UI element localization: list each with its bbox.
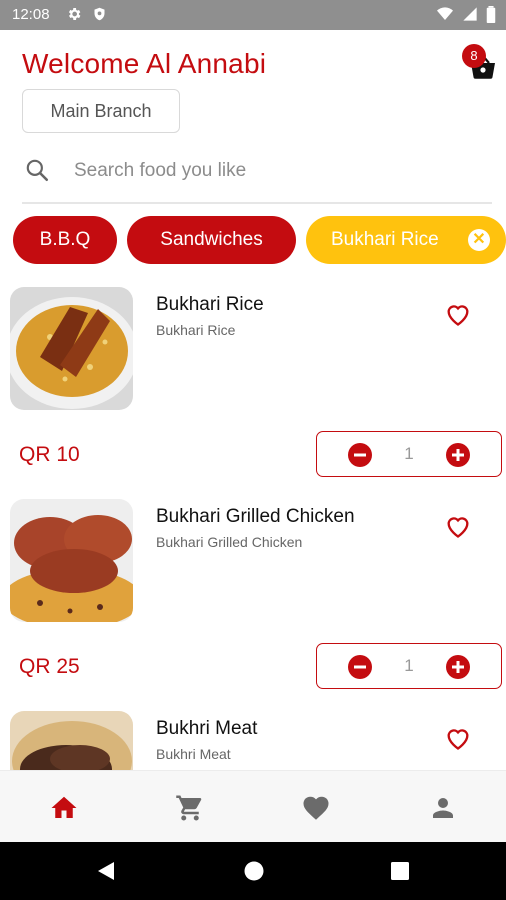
quantity-stepper: 1 — [316, 431, 502, 477]
signal-icon — [463, 7, 477, 21]
food-list: Bukhari Rice Bukhari Rice QR 10 1 Bukhar… — [0, 280, 506, 770]
list-item: Bukhari Rice Bukhari Rice QR 10 1 — [0, 280, 506, 492]
item-title: Bukhri Meat — [156, 718, 258, 739]
favorite-heart-icon[interactable] — [444, 512, 472, 540]
favorite-heart-icon[interactable] — [444, 724, 472, 752]
plus-icon[interactable] — [446, 443, 470, 467]
chip-bukhari-rice-label: Bukhari Rice — [331, 229, 439, 250]
shield-icon — [94, 7, 105, 21]
search-bar — [22, 152, 492, 188]
minus-icon[interactable] — [348, 443, 372, 467]
nav-cart[interactable] — [175, 793, 205, 823]
back-icon[interactable] — [96, 860, 116, 882]
list-item: Bukhri Meat Bukhri Meat — [0, 704, 506, 770]
quantity-stepper: 1 — [316, 643, 502, 689]
cart-badge: 8 — [462, 44, 486, 68]
item-subtitle: Bukhri Meat — [156, 746, 231, 762]
search-icon[interactable] — [24, 157, 50, 183]
status-bar: 12:08 — [0, 0, 506, 30]
status-time: 12:08 — [12, 6, 50, 23]
battery-icon — [486, 6, 496, 23]
nav-profile[interactable] — [428, 793, 458, 823]
item-price: QR 25 — [19, 655, 80, 678]
nav-favorites[interactable] — [301, 793, 331, 823]
chip-sandwiches[interactable]: Sandwiches — [127, 216, 296, 264]
status-right-icons — [436, 6, 496, 23]
recents-icon[interactable] — [390, 860, 410, 882]
quantity-value: 1 — [404, 444, 414, 463]
home-circle-icon[interactable] — [243, 860, 265, 882]
quantity-value: 1 — [404, 656, 414, 675]
plus-icon[interactable] — [446, 655, 470, 679]
home-icon — [51, 796, 77, 818]
header-cart-button[interactable]: 8 — [462, 44, 498, 80]
close-icon[interactable]: ✕ — [468, 229, 490, 251]
search-divider — [22, 202, 492, 204]
branch-button[interactable]: Main Branch — [22, 89, 180, 133]
nav-home[interactable] — [49, 793, 79, 823]
item-title: Bukhari Rice — [156, 294, 264, 315]
item-subtitle: Bukhari Rice — [156, 322, 236, 338]
category-chips: B.B.Q Sandwiches Bukhari Rice ✕ — [0, 216, 506, 266]
wifi-icon — [437, 7, 453, 20]
minus-icon[interactable] — [348, 655, 372, 679]
search-input[interactable] — [72, 156, 476, 186]
food-image-bukhari-rice — [10, 287, 133, 410]
food-image-bukhri-meat — [10, 711, 133, 770]
heart-icon — [303, 796, 329, 820]
chip-bukhari-rice[interactable]: Bukhari Rice ✕ — [306, 216, 506, 264]
list-item: Bukhari Grilled Chicken Bukhari Grilled … — [0, 492, 506, 704]
item-title: Bukhari Grilled Chicken — [156, 506, 355, 527]
person-icon — [433, 798, 453, 818]
chip-bbq[interactable]: B.B.Q — [13, 216, 117, 264]
settings-icon — [68, 8, 81, 20]
item-subtitle: Bukhari Grilled Chicken — [156, 534, 303, 550]
system-navigation-bar — [0, 842, 506, 900]
item-price: QR 10 — [19, 443, 80, 466]
bottom-navigation — [0, 770, 506, 843]
food-image-bukhari-grilled-chicken — [10, 499, 133, 622]
favorite-heart-icon[interactable] — [444, 300, 472, 328]
cart-icon — [176, 795, 202, 821]
status-left-icons — [66, 6, 107, 22]
welcome-title: Welcome Al Annabi — [22, 48, 267, 79]
